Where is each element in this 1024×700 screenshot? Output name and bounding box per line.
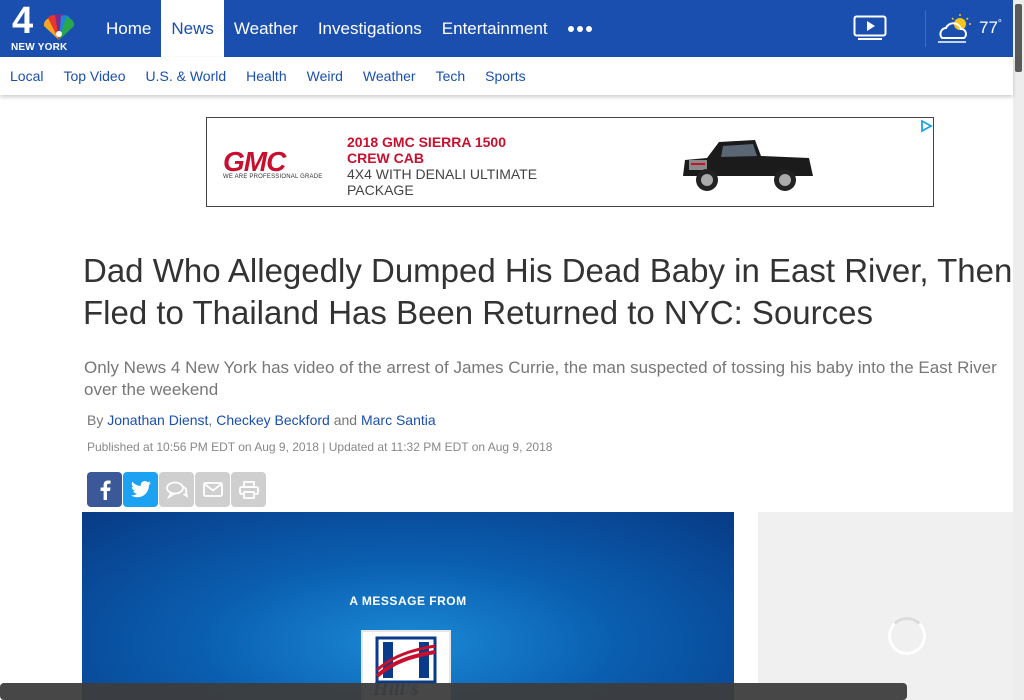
logo-text: NEW YORK [11, 42, 68, 53]
subnav-health[interactable]: Health [246, 68, 286, 84]
sub-navigation: Local Top Video U.S. & World Health Weir… [0, 57, 1013, 95]
article-dates: Published at 10:56 PM EDT on Aug 9, 2018… [87, 440, 553, 454]
nav-news[interactable]: News [161, 0, 224, 57]
side-ad-placeholder [758, 512, 1013, 700]
video-sponsor-message: A MESSAGE FROM [349, 594, 467, 608]
subnav-us-world[interactable]: U.S. & World [145, 68, 226, 84]
author-link[interactable]: Jonathan Dienst [107, 412, 208, 428]
comment-icon [165, 481, 188, 499]
facebook-icon [100, 480, 111, 500]
subnav-top-video[interactable]: Top Video [63, 68, 125, 84]
byline-prefix: By [87, 412, 104, 428]
main-nav: Home News Weather Investigations Enterta… [96, 0, 602, 57]
article-byline: By Jonathan Dienst, Checkey Beckford and… [87, 412, 436, 428]
horizontal-scrollbar[interactable] [0, 683, 907, 700]
print-icon [238, 480, 259, 499]
vertical-scrollbar[interactable] [1013, 0, 1024, 700]
adchoices-icon[interactable] [919, 119, 933, 133]
email-share-button[interactable] [195, 472, 230, 507]
nav-investigations[interactable]: Investigations [308, 0, 432, 57]
nav-weather[interactable]: Weather [224, 0, 308, 57]
top-navigation-bar: 4 NEW YORK Home News Weather Investigati… [0, 0, 1024, 57]
email-icon [202, 482, 223, 497]
subnav-local[interactable]: Local [10, 68, 43, 84]
article-headline: Dad Who Allegedly Dumped His Dead Baby i… [83, 252, 1013, 331]
gmc-banner-ad[interactable]: GMC WE ARE PROFESSIONAL GRADE 2018 GMC S… [206, 117, 934, 207]
temperature[interactable]: 77° [979, 18, 1002, 38]
video-play-icon[interactable] [853, 15, 889, 41]
article-dek: Only News 4 New York has video of the ar… [84, 358, 997, 399]
print-button[interactable] [231, 472, 266, 507]
nav-entertainment[interactable]: Entertainment [432, 0, 558, 57]
partly-cloudy-icon[interactable] [936, 14, 974, 46]
subnav-weather[interactable]: Weather [363, 68, 416, 84]
author-link[interactable]: Marc Santia [361, 412, 436, 428]
nav-home[interactable]: Home [96, 0, 161, 57]
truck-image [683, 140, 813, 191]
video-player[interactable]: A MESSAGE FROM Hill's [82, 512, 734, 700]
more-dots-icon[interactable] [558, 0, 602, 57]
nav-divider [925, 10, 926, 47]
twitter-icon [130, 481, 151, 498]
ad-subtitle: 4X4 WITH DENALI ULTIMATE PACKAGE [347, 166, 538, 198]
subnav-tech[interactable]: Tech [436, 68, 466, 84]
share-bar [87, 472, 266, 507]
ad-title: 2018 GMC SIERRA 1500 CREW CAB [347, 134, 506, 166]
twitter-share-button[interactable] [123, 472, 158, 507]
gmc-tagline: WE ARE PROFESSIONAL GRADE [223, 174, 323, 180]
subnav-weird[interactable]: Weird [307, 68, 343, 84]
author-link[interactable]: Checkey Beckford [216, 412, 330, 428]
comment-button[interactable] [159, 472, 194, 507]
scrollbar-thumb[interactable] [1015, 4, 1022, 72]
subnav-sports[interactable]: Sports [485, 68, 525, 84]
logo-number: 4 [12, 0, 33, 42]
peacock-icon [43, 14, 75, 41]
facebook-share-button[interactable] [87, 472, 122, 507]
loading-spinner-icon [888, 617, 926, 655]
nbc-new-york-logo[interactable]: 4 NEW YORK [8, 0, 82, 54]
